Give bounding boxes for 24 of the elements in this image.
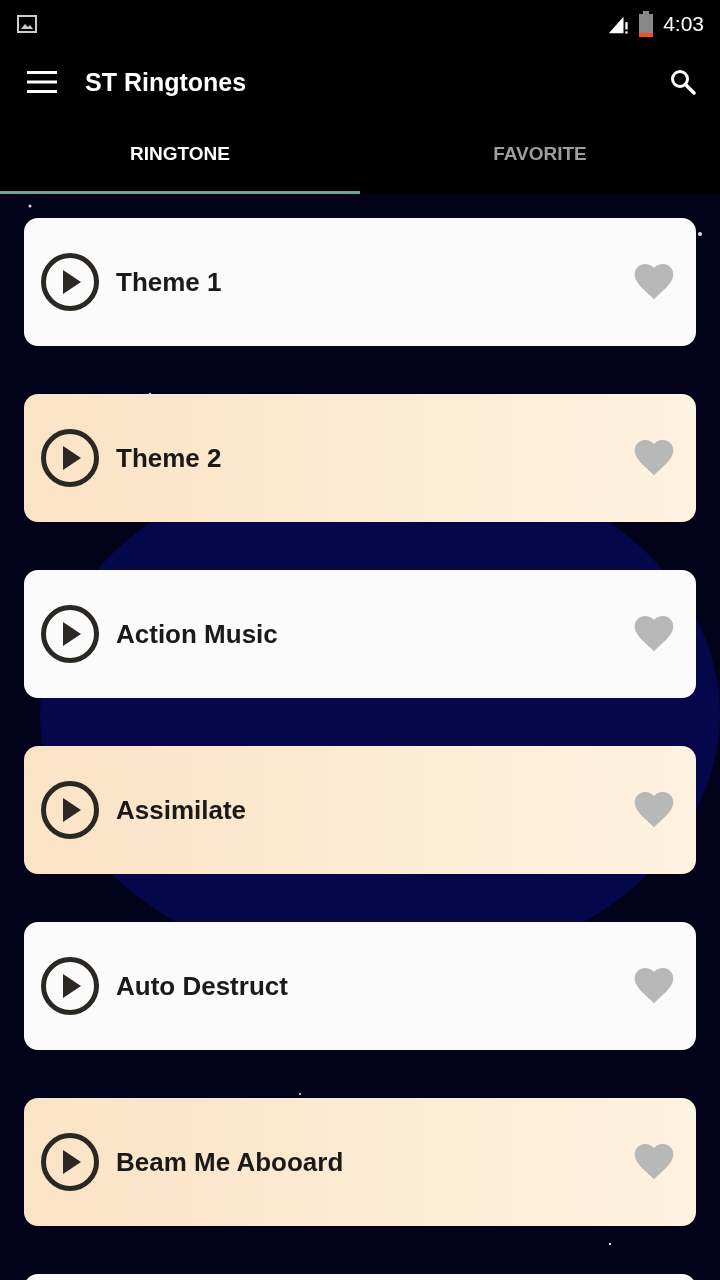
- ringtone-title: Auto Destruct: [116, 970, 289, 1002]
- play-icon[interactable]: [40, 252, 100, 312]
- app-title: ST Ringtones: [85, 67, 248, 97]
- play-icon[interactable]: [40, 1132, 100, 1192]
- ringtone-card[interactable]: Assimilate: [24, 746, 696, 874]
- ringtone-card[interactable]: Theme 2: [24, 394, 696, 522]
- ringtone-card[interactable]: Theme 1: [24, 218, 696, 346]
- ringtone-title: Theme 1: [116, 266, 223, 298]
- play-icon[interactable]: [40, 604, 100, 664]
- ringtone-title: Assimilate: [116, 794, 248, 826]
- search-icon[interactable]: [670, 69, 696, 95]
- play-icon[interactable]: [40, 956, 100, 1016]
- picture-icon: [17, 14, 37, 34]
- battery-icon: [639, 11, 654, 37]
- ringtone-card[interactable]: Auto Destruct: [24, 922, 696, 1050]
- ringtone-title: Action Music: [116, 618, 279, 650]
- ringtone-card[interactable]: Action Music: [24, 570, 696, 698]
- status-time: 4:03: [663, 12, 704, 36]
- play-icon[interactable]: [40, 428, 100, 488]
- ringtone-title: Theme 2: [116, 442, 223, 474]
- ringtone-card[interactable]: Beam Me Abooard: [24, 1098, 696, 1226]
- menu-icon[interactable]: [27, 71, 57, 93]
- ringtone-title: Beam Me Abooard: [116, 1146, 345, 1178]
- play-icon[interactable]: [40, 780, 100, 840]
